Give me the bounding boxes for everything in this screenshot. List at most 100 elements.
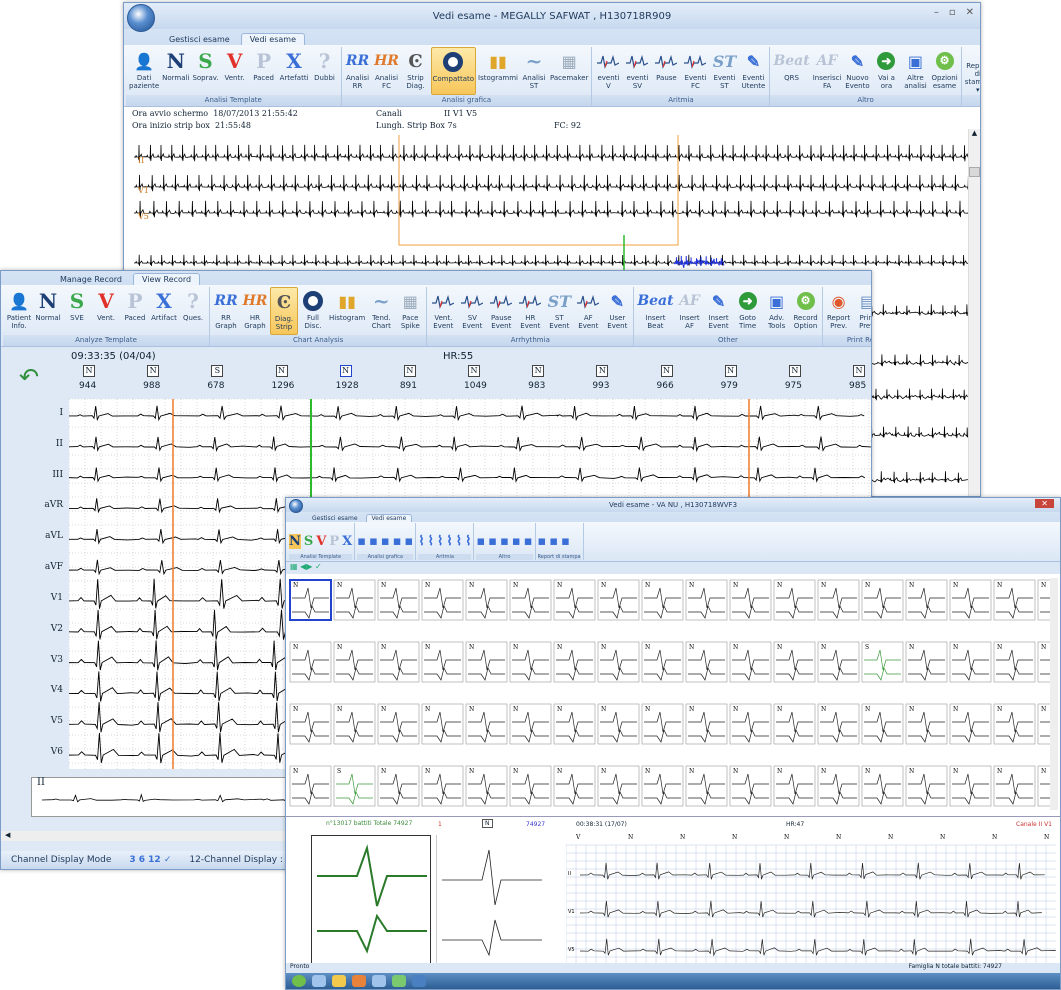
ribbon-button[interactable]: ST ST Event [545,287,573,335]
ribbon-button[interactable]: S Soprav. [191,47,219,95]
scrollbar-thumb[interactable] [969,167,980,177]
template-cell[interactable]: S [333,765,376,807]
template-cell[interactable]: N [377,765,420,807]
ribbon-button[interactable]: ✎ Insert Event [705,287,733,335]
template-cell[interactable]: N [905,703,948,745]
template-cell[interactable]: N [509,765,552,807]
ribbon-button[interactable]: HR HR Graph [241,287,269,335]
ribbon-button[interactable]: ⚙ Opzioni esame [930,47,958,95]
template-cell[interactable]: N [333,579,376,621]
ribbon-button[interactable]: ? Ques. [179,287,207,335]
ribbon-button[interactable]: ▤Print Prev. [854,287,871,335]
template-cell[interactable]: N [289,765,332,807]
template-cell[interactable]: N [597,579,640,621]
template-cell[interactable]: N [553,641,596,683]
app-icon[interactable] [372,975,386,987]
template-cell[interactable]: N [817,579,860,621]
template-cell[interactable]: N [817,641,860,683]
ribbon-mini-icon[interactable]: ⌇ [446,534,452,549]
template-cell[interactable]: N [685,641,728,683]
template-cell[interactable]: N [597,641,640,683]
ribbon-button[interactable]: ⚙ Record Option [792,287,820,335]
ribbon-button[interactable]: ▦ Pacemaker [549,47,589,95]
ribbon-button[interactable]: RR Analisi RR [344,47,372,95]
strip-beat-label[interactable]: N [732,834,737,841]
template-cell[interactable]: N [861,703,904,745]
template-cell[interactable]: N [993,765,1036,807]
ribbon-button[interactable]: SV Event [458,287,486,335]
ribbon-mini-icon[interactable]: ⌇ [428,534,434,549]
ribbon-tab[interactable]: Gestisci esame [160,33,239,45]
strip-beat-label[interactable]: N [680,834,685,841]
app-icon[interactable] [392,975,406,987]
template-cell[interactable]: N [553,579,596,621]
beat-type-label[interactable]: N [660,365,673,377]
ribbon-tab[interactable]: Vedi esame [365,514,413,522]
template-cell[interactable]: N [377,703,420,745]
template-cell[interactable]: N [289,641,332,683]
ribbon-mini-icon[interactable]: S [304,534,313,549]
strip-beat-label[interactable]: N [992,834,997,841]
ribbon-button[interactable]: ST Eventi ST [710,47,738,95]
template-cell[interactable]: N [641,579,684,621]
beat-type-label[interactable]: N [403,365,416,377]
ribbon-button[interactable]: X Artefatti [279,47,310,95]
ribbon-button[interactable]: ➜ Goto Time [734,287,762,335]
template-cell[interactable]: N [465,641,508,683]
template-cell[interactable]: N [1037,765,1050,807]
ribbon-button[interactable]: Vent. Event [429,287,457,335]
ribbon-button[interactable]: ? Dubbi [311,47,339,95]
beat-type-label[interactable]: N [83,365,95,377]
ribbon-mini-icon[interactable]: ▪ [488,534,497,549]
ribbon-button[interactable]: ~ Tend. Chart [367,287,395,335]
template-cell[interactable]: N [641,703,684,745]
ribbon-button[interactable]: P Paced [250,47,278,95]
template-cell[interactable]: N [817,765,860,807]
close-icon[interactable]: ✕ [1035,499,1054,508]
app-orb-icon[interactable] [289,499,303,513]
ribbon-button[interactable]: AF Insert AF [676,287,704,335]
ribbon-button[interactable]: X Artifact [150,287,178,335]
ribbon-mini-icon[interactable]: ▪ [405,534,414,549]
media-icon[interactable] [352,975,366,987]
ribbon-button[interactable]: V Ventr. [221,47,249,95]
ribbon-mini-icon[interactable]: ▪ [476,534,485,549]
template-cell[interactable]: N [685,579,728,621]
template-cell[interactable]: N [553,703,596,745]
ribbon-mini-icon[interactable]: ▪ [381,534,390,549]
ribbon-button[interactable]: P Paced [121,287,149,335]
template-cell[interactable]: N [905,765,948,807]
ribbon-button[interactable]: Report di stampa ▾ [964,47,980,95]
beat-type-label[interactable]: N [788,365,801,377]
strip-beat-label[interactable]: N [888,834,893,841]
ribbon-mini-icon[interactable]: ▪ [561,534,570,549]
beat-type-label[interactable]: N [596,365,609,377]
template-cell[interactable]: N [377,579,420,621]
template-cell[interactable]: N [553,765,596,807]
ribbon-button[interactable]: HR Analisi FC [373,47,401,95]
beat-type-label[interactable]: N [339,365,352,377]
ribbon-mini-icon[interactable]: ⌇ [437,534,443,549]
template-cell[interactable]: N [861,579,904,621]
ribbon-mini-icon[interactable]: V [316,534,326,549]
ribbon-button[interactable]: V Vent. [92,287,120,335]
ribbon-tab[interactable]: Gestisci esame [306,514,364,522]
template-cell[interactable]: N [729,703,772,745]
ribbon-button[interactable]: N Normal [34,287,62,335]
ribbon-mini-icon[interactable]: N [289,533,301,549]
ribbon-mini-icon[interactable]: P [329,534,339,549]
app-icon[interactable] [412,975,426,987]
ribbon-button[interactable]: ▮▮ Histogram [328,287,366,335]
ribbon-mini-icon[interactable]: ▪ [512,534,521,549]
template-cell[interactable]: N [509,641,552,683]
template-cell[interactable]: N [421,641,464,683]
template-cell[interactable]: N [289,579,332,621]
app-orb-icon[interactable] [127,4,155,32]
ribbon-button[interactable]: 👤 Dati paziente [128,47,160,95]
template-cell[interactable]: N [729,641,772,683]
template-cell[interactable]: N [421,703,464,745]
template-cell[interactable]: N [509,579,552,621]
ribbon-button[interactable]: AF Event [574,287,602,335]
ribbon-mini-icon[interactable]: ⌇ [456,534,462,549]
template-cell[interactable]: N [949,579,992,621]
